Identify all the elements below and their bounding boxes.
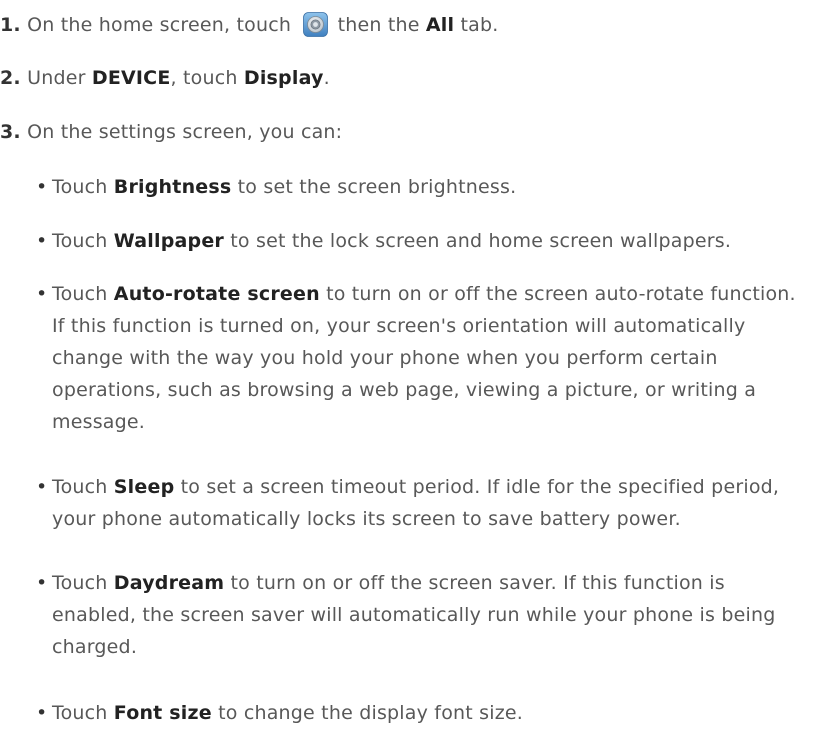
step-text: . — [323, 67, 330, 89]
step-text: then the — [337, 14, 420, 36]
bullet-icon: • — [36, 476, 48, 498]
bullet-icon: • — [36, 176, 48, 198]
list-item-text: Touch Wallpaper to set the lock screen a… — [36, 225, 806, 257]
step-text: On the settings screen, you can: — [27, 121, 343, 143]
setting-name: Auto-rotate screen — [113, 283, 320, 305]
step-keyword: Display — [243, 67, 324, 89]
list-item-prefix: Touch — [52, 230, 108, 252]
list-item-prefix: Touch — [52, 476, 108, 498]
setting-name: Sleep — [113, 476, 175, 498]
bullet-icon: • — [36, 702, 48, 724]
list-item-text: Touch Font size to change the display fo… — [36, 697, 806, 729]
step-text: , touch — [170, 67, 238, 89]
list-item: • Touch Daydream to turn on or off the s… — [36, 567, 806, 663]
list-item-prefix: Touch — [52, 702, 108, 724]
bullet-icon: • — [36, 230, 48, 252]
step-keyword: All — [425, 14, 455, 36]
list-item-description: to change the display font size. — [218, 702, 524, 724]
list-item: • Touch Sleep to set a screen timeout pe… — [36, 471, 806, 535]
step-text: tab. — [460, 14, 499, 36]
setting-name: Wallpaper — [113, 230, 225, 252]
step-number: 3. — [0, 121, 21, 143]
list-item-description: to set the screen brightness. — [237, 176, 517, 198]
step-number: 2. — [0, 67, 21, 89]
setting-name: Brightness — [113, 176, 232, 198]
setting-name: Font size — [113, 702, 212, 724]
list-item: • Touch Font size to change the display … — [36, 697, 806, 729]
list-item: • Touch Wallpaper to set the lock screen… — [36, 225, 806, 257]
step-keyword: DEVICE — [91, 67, 171, 89]
list-item-prefix: Touch — [52, 572, 108, 594]
step-number: 1. — [0, 14, 21, 36]
settings-gear-icon — [303, 12, 329, 37]
list-item-text: Touch Brightness to set the screen brigh… — [36, 171, 806, 203]
step-1: 1. On the home screen, touch then the Al… — [0, 12, 499, 37]
bullet-icon: • — [36, 572, 48, 594]
list-item-prefix: Touch — [52, 283, 108, 305]
list-item-prefix: Touch — [52, 176, 108, 198]
list-item-description: to turn on or off the screen auto-rotate… — [52, 283, 796, 433]
list-item-text: Touch Daydream to turn on or off the scr… — [36, 567, 806, 663]
list-item-description: to set the lock screen and home screen w… — [230, 230, 732, 252]
step-text: On the home screen, touch — [27, 14, 292, 36]
setting-name: Daydream — [113, 572, 225, 594]
step-3: 3. On the settings screen, you can: — [0, 121, 342, 143]
list-item: • Touch Auto-rotate screen to turn on or… — [36, 278, 806, 438]
bullet-icon: • — [36, 283, 48, 305]
instruction-document: 1. On the home screen, touch then the Al… — [0, 0, 818, 740]
step-text: Under — [27, 67, 86, 89]
list-item-text: Touch Auto-rotate screen to turn on or o… — [36, 278, 806, 438]
list-item-text: Touch Sleep to set a screen timeout peri… — [36, 471, 806, 535]
step-2: 2. Under DEVICE, touch Display. — [0, 67, 330, 89]
list-item: • Touch Brightness to set the screen bri… — [36, 171, 806, 203]
